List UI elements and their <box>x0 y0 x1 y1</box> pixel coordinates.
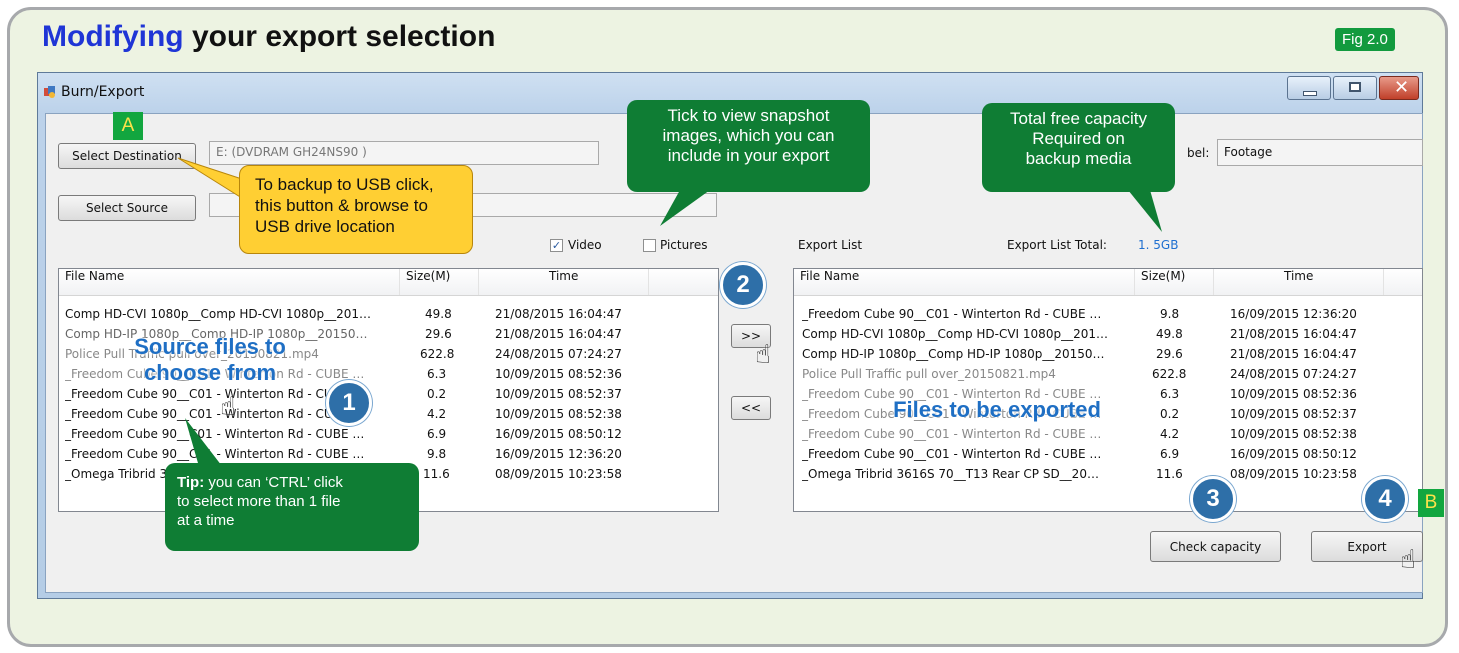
capacity-callout: Total free capacity Required on backup m… <box>982 103 1175 192</box>
callout-pointers <box>177 157 1162 470</box>
usb-callout-pointer <box>177 157 246 201</box>
step-3-marker: 3 <box>1190 476 1236 522</box>
step-4-marker: 4 <box>1362 476 1408 522</box>
hand-cursor-icon: ☝ <box>220 392 236 422</box>
hand-cursor-icon: ☝ <box>755 340 771 370</box>
usb-callout: To backup to USB click, this button & br… <box>239 165 473 254</box>
snapshot-callout: Tick to view snapshot images, which you … <box>627 100 870 192</box>
step-1-marker: 1 <box>326 380 372 426</box>
snapshot-callout-pointer <box>660 190 710 226</box>
step-2-marker: 2 <box>720 262 766 308</box>
tip-callout: Tip: you can ‘CTRL’ click to select more… <box>165 463 419 551</box>
capacity-callout-pointer <box>1128 190 1162 232</box>
hand-cursor-icon: ☝ <box>1400 545 1416 575</box>
